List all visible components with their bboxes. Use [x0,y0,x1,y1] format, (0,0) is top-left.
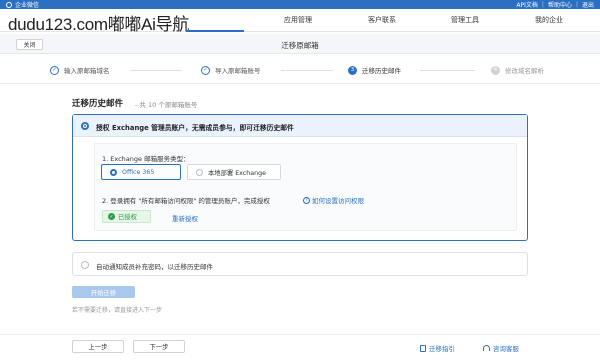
previous-step-button[interactable]: 上一步 [72,340,124,353]
step-4: 4 修改域名解析 [491,65,544,75]
on-premise-exchange-option[interactable]: 本地部署 Exchange [187,164,281,180]
account-count: - 共 10 个原邮箱账号 [135,101,198,109]
nav-item-apps[interactable]: 应用管理 [284,15,312,25]
brand: 企业微信 [6,0,39,9]
document-icon [420,344,426,352]
divider: | [541,1,544,8]
service-type-label: 1. Exchange 邮箱服务类型： [102,155,190,163]
option-admin-auth-card[interactable]: 授权 Exchange 管理员账户，无需成员参与，即可迁移历史邮件 1. Exc… [72,114,528,241]
step-connector [420,70,475,71]
check-icon: ✓ [50,65,59,75]
option-admin-auth-radio[interactable] [81,122,89,130]
title-bar: 迁移原邮箱 关闭 [0,34,600,54]
reauthorize-link[interactable]: 重新授权 [172,213,198,223]
option-header: 授权 Exchange 管理员账户，无需成员参与，即可迁移历史邮件 [73,115,527,137]
on-premise-label: 本地部署 Exchange [208,169,266,177]
wecom-logo-icon [6,1,12,8]
migration-guide-link[interactable]: 迁移指引 [420,343,455,353]
next-step-button[interactable]: 下一步 [133,340,185,353]
option-admin-auth-label: 授权 Exchange 管理员账户，无需成员参与，即可迁移历史邮件 [96,124,294,132]
office365-option[interactable]: Office 365 [101,164,181,180]
check-icon: ✓ [201,65,210,75]
step-label: 输入原邮箱域名 [64,67,110,75]
brand-bar: 企业微信 API文档 | 帮助中心 | 退出 [0,0,600,9]
app-name: 企业微信 [15,2,40,9]
check-circle-icon: ✓ [108,213,115,220]
guide-label: 迁移指引 [429,345,455,353]
headset-icon [483,345,490,351]
step-label: 迁移历史邮件 [362,67,401,75]
step-connector [281,70,333,71]
close-button[interactable]: 关闭 [16,39,43,50]
logout-link[interactable]: 退出 [582,0,594,9]
page-title: 迁移原邮箱 [281,41,319,50]
footer-bar: 上一步 下一步 迁移指引 咨询客服 [0,334,600,360]
help-center-link[interactable]: 帮助中心 [548,0,572,9]
authorized-status-badge: ✓ 已授权 [102,210,151,223]
option-notify-members-card[interactable]: 自动通知成员补充密码，以迁移历史邮件 [72,252,528,276]
nav-active-indicator [186,30,244,32]
customer-service-link[interactable]: 咨询客服 [483,343,519,353]
step-number: 3 [348,65,357,75]
question-icon: ? [303,196,310,204]
step-3: 3 迁移历史邮件 [348,65,401,75]
step-connector [130,70,182,71]
step-label: 修改域名解析 [505,67,544,75]
radio-selected-icon [110,168,117,176]
skip-hint: 若不需要迁移，请直接进入下一步 [72,307,163,314]
step-1: ✓ 输入原邮箱域名 [50,65,110,75]
option-notify-members-label: 自动通知成员补充密码，以迁移历史邮件 [96,263,213,271]
access-permission-help-link[interactable]: ? 如何设置访问权限 [303,195,364,205]
divider: | [575,1,578,8]
api-docs-link[interactable]: API文档 [516,0,538,9]
section-heading: 迁移历史邮件 [72,99,124,109]
nav-item-my-company[interactable]: 我的企业 [535,15,563,25]
admin-login-label: 2. 登录拥有 "所有邮箱访问权限" 的管理员账户，完成授权 [102,197,270,205]
brand-links: API文档 | 帮助中心 | 退出 [516,0,594,9]
nav-item-tools[interactable]: 管理工具 [451,15,479,25]
help-link-label: 如何设置访问权限 [312,197,364,205]
option-notify-members-radio[interactable] [81,261,89,269]
step-label: 导入原邮箱账号 [215,67,261,75]
start-migration-button[interactable]: 开始迁移 [72,286,135,298]
radio-icon [196,168,203,176]
watermark-text: dudu123.com嘟嘟Ai导航 [8,15,190,34]
main-nav: dudu123.com嘟嘟Ai导航 应用管理 客户联系 管理工具 我的企业 [0,9,600,34]
office365-label: Office 365 [122,168,155,176]
step-number: 4 [491,65,500,75]
step-2: ✓ 导入原邮箱账号 [201,65,261,75]
nav-item-customers[interactable]: 客户联系 [368,15,396,25]
auth-settings-box: 1. Exchange 邮箱服务类型： Office 365 本地部署 Exch… [94,143,517,231]
authorized-label: 已授权 [118,214,137,221]
consult-label: 咨询客服 [493,345,519,353]
step-progress: ✓ 输入原邮箱域名 ✓ 导入原邮箱账号 3 迁移历史邮件 4 修改域名解析 [0,54,600,84]
